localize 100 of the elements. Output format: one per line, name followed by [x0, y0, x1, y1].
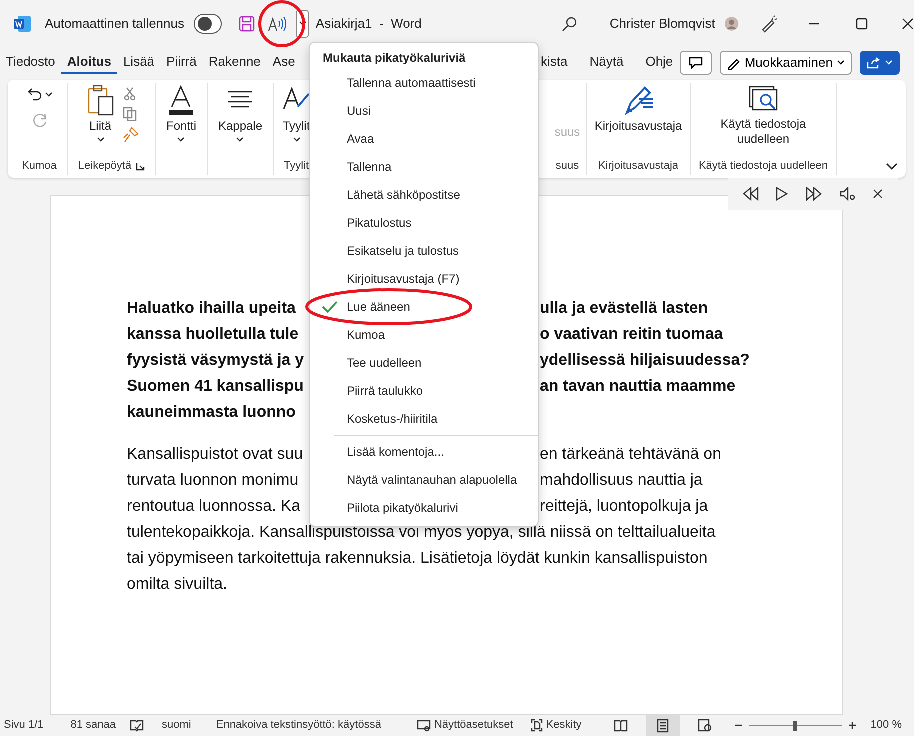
- caret-icon: [837, 60, 845, 66]
- undo-icon: [26, 87, 42, 103]
- search-icon: [562, 16, 578, 32]
- group-label: Tyylit: [284, 158, 310, 174]
- print-layout-button[interactable]: [646, 715, 680, 736]
- read-aloud-icon[interactable]: [268, 16, 288, 32]
- comments-button[interactable]: [680, 51, 712, 75]
- ribbon-tab[interactable]: Rakenne: [202, 52, 267, 74]
- checkmark-icon: [322, 301, 338, 313]
- heading-text: ulla ja evästellä lasten: [540, 299, 708, 319]
- play-icon: [776, 187, 788, 201]
- page-count: Sivu 1/1: [4, 718, 44, 734]
- next-icon: [806, 187, 822, 201]
- clipboard-icon: [86, 85, 114, 117]
- menu-item[interactable]: Kumoa: [310, 321, 538, 349]
- zoom-level: 100 %: [870, 719, 902, 732]
- share-button[interactable]: [860, 51, 900, 75]
- menu-item[interactable]: Piilota pikatyökalurivi: [310, 494, 538, 522]
- caret-icon: [298, 21, 307, 27]
- autosave-label: Automaattinen tallennus: [45, 15, 184, 34]
- zoom-in-icon: [848, 721, 857, 730]
- menu-item[interactable]: Kosketus-/hiiritila: [310, 405, 538, 433]
- ribbon-tab[interactable]: Ase: [266, 52, 302, 74]
- caret-icon: [177, 137, 186, 143]
- group-label: Kirjoitusavustaja: [598, 158, 679, 174]
- previous-icon: [742, 187, 759, 201]
- ribbon-command-label: suus: [554, 124, 580, 141]
- heading-text: Haluatko ihailla upeita: [127, 299, 296, 319]
- menu-item[interactable]: Lue ääneen: [310, 293, 538, 321]
- page-icon: [656, 718, 669, 732]
- heading-text: kanssa huolletulla tule: [127, 325, 299, 345]
- ribbon-tab[interactable]: kista: [535, 52, 574, 74]
- window-title: Asiakirja1 - Word: [316, 15, 422, 34]
- ribbon-tab[interactable]: Ohje: [640, 52, 680, 74]
- heading-text: ydellisessä hiljaisuudessa?: [540, 351, 750, 371]
- ribbon-tab[interactable]: Piirrä: [160, 52, 203, 74]
- scissors-icon: [122, 87, 136, 101]
- group-label: Kumoa: [22, 158, 57, 174]
- body-text: en tärkeänä tehtävänä on: [540, 445, 722, 465]
- word-logo-icon: [14, 15, 32, 33]
- autosave-toggle[interactable]: [194, 14, 222, 34]
- caret-icon: [96, 137, 104, 143]
- display-gear-icon: [417, 720, 432, 732]
- group-label: Leikepöytä: [78, 158, 132, 174]
- font-color-icon: [167, 85, 196, 117]
- menu-item[interactable]: Lisää komentoja...: [310, 438, 538, 466]
- heading-text: kauneimmasta luonno: [127, 403, 296, 423]
- font-button[interactable]: Fontti: [164, 85, 198, 143]
- reuse-files-button[interactable]: Käytä tiedostoja uudelleen: [712, 85, 816, 147]
- caret-icon: [44, 92, 52, 98]
- word-count: 81 sanaa: [70, 719, 116, 732]
- paragraph-button[interactable]: Kappale: [216, 85, 265, 143]
- ribbon-tab[interactable]: Näytä: [584, 52, 630, 74]
- redo-icon: [30, 111, 48, 129]
- menu-title: Mukauta pikatyökaluriviä: [322, 50, 467, 67]
- paste-button[interactable]: Liitä: [84, 85, 116, 143]
- predictive-text-status: Ennakoiva tekstinsyöttö: käytössä: [216, 719, 382, 732]
- copy-icon: [122, 107, 136, 121]
- book-icon: [614, 720, 628, 732]
- menu-item[interactable]: Kirjoitusavustaja (F7): [310, 265, 538, 293]
- heading-text: an tavan nauttia maamme: [540, 377, 736, 397]
- menu-item[interactable]: Näytä valintanauhan alapuolella: [310, 466, 538, 494]
- menu-item[interactable]: Piirrä taulukko: [310, 377, 538, 405]
- focus-icon: [531, 719, 544, 732]
- body-text: rentoutua luonnossa. Ka: [127, 497, 300, 517]
- user-name: Christer Blomqvist: [610, 15, 716, 34]
- comment-icon: [688, 57, 703, 69]
- display-settings-button[interactable]: Näyttöasetukset: [417, 717, 514, 734]
- language-button[interactable]: suomi: [162, 717, 192, 734]
- caret-icon: [885, 60, 893, 66]
- menu-item[interactable]: Pikatulostus: [310, 209, 538, 237]
- ribbon-tab[interactable]: Lisää: [117, 52, 161, 74]
- group-label: suus: [556, 158, 580, 174]
- heading-text: fyysistä väsymystä ja y: [127, 351, 304, 371]
- editing-mode-button[interactable]: Muokkaaminen: [720, 51, 852, 75]
- group-label: Käytä tiedostoja uudelleen: [698, 158, 828, 174]
- menu-item[interactable]: Tee uudelleen: [310, 349, 538, 377]
- expand-ribbon-icon: [886, 163, 898, 171]
- zoom-slider[interactable]: [748, 720, 842, 730]
- undo-button[interactable]: [26, 87, 52, 103]
- format-painter-icon: [122, 127, 138, 143]
- body-text: Kansallispuistot ovat suu: [127, 445, 304, 465]
- body-text: omilta sivuilta.: [127, 575, 228, 595]
- menu-item[interactable]: Esikatselu ja tulostus: [310, 237, 538, 265]
- body-text: tulentekopaikkoja. Kansallispuistoissa voi myös yöpyä, sillä niissä on telttailualueita: [127, 523, 716, 543]
- editor-button[interactable]: Kirjoitusavustaja: [592, 85, 684, 134]
- ribbon-tab[interactable]: Tiedosto: [0, 52, 62, 74]
- dialog-launcher-icon: [136, 162, 145, 170]
- heading-text: Suomen 41 kansallispu: [127, 377, 304, 397]
- body-text: mahdollisuus nauttia ja: [540, 471, 703, 491]
- ribbon-tab[interactable]: Aloitus: [61, 52, 118, 74]
- close-icon: [873, 189, 884, 199]
- maximize-icon: [856, 18, 868, 30]
- menu-item[interactable]: Lähetä sähköpostitse: [310, 181, 538, 209]
- focus-button[interactable]: Keskity: [531, 717, 582, 734]
- caret-icon: [292, 137, 300, 143]
- menu-item[interactable]: Tallenna: [310, 153, 538, 181]
- pen-sparkle-icon: [760, 15, 778, 33]
- body-text: turvata luonnon monimu: [127, 471, 299, 491]
- save-icon: [238, 15, 256, 33]
